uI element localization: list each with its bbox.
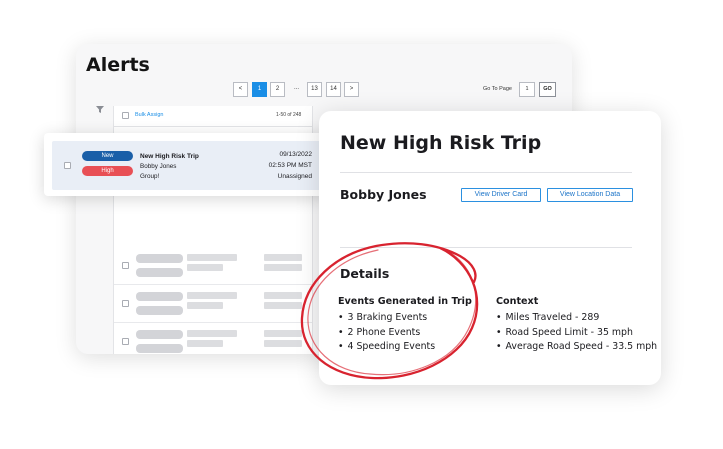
events-heading: Events Generated in Trip <box>338 296 472 307</box>
select-all-checkbox[interactable] <box>122 112 129 119</box>
events-list: 3 Braking Events 2 Phone Events 4 Speedi… <box>338 311 436 355</box>
view-driver-card-button[interactable]: View Driver Card <box>461 188 541 202</box>
context-list: Miles Traveled - 289 Road Speed Limit - … <box>496 311 658 355</box>
skeleton-bar <box>136 344 183 353</box>
goto-page-input[interactable]: 1 <box>519 82 535 97</box>
skeleton-bar <box>264 330 302 337</box>
row-checkbox[interactable] <box>122 300 129 307</box>
skeleton-bar <box>264 264 302 271</box>
page-button-14[interactable]: 14 <box>326 82 341 97</box>
result-count: 1-50 of 248 <box>276 112 302 118</box>
view-location-data-button[interactable]: View Location Data <box>547 188 633 202</box>
alert-time: 02:53 PM MST <box>268 162 312 169</box>
alert-group: Group! <box>140 173 160 180</box>
goto-page-button[interactable]: GO <box>539 82 556 97</box>
details-heading: Details <box>340 266 390 281</box>
skeleton-bar <box>136 330 183 339</box>
skeleton-bar <box>187 330 237 337</box>
prev-page-button[interactable]: < <box>233 82 248 97</box>
skeleton-bar <box>187 302 223 309</box>
goto-page-label: Go To Page <box>483 86 512 92</box>
filter-icon[interactable] <box>96 106 104 113</box>
bulk-assign-row: Bulk Assign 1-50 of 248 <box>114 106 312 127</box>
highlighted-alert-row[interactable]: New High New High Risk Trip Bobby Jones … <box>44 133 329 196</box>
row-checkbox[interactable] <box>64 162 71 169</box>
list-item: 2 Phone Events <box>338 326 435 341</box>
status-badge: New <box>82 151 133 161</box>
table-row[interactable] <box>114 324 312 354</box>
alert-row[interactable]: New High New High Risk Trip Bobby Jones … <box>52 141 322 190</box>
bulk-assign-link[interactable]: Bulk Assign <box>135 112 163 118</box>
skeleton-bar <box>264 254 302 261</box>
chevron-left-icon: < <box>238 86 243 92</box>
divider <box>340 247 632 248</box>
alert-date: 09/13/2022 <box>279 151 312 158</box>
table-row[interactable] <box>114 248 312 285</box>
table-row[interactable] <box>114 286 312 323</box>
list-item: 4 Speeding Events <box>338 340 436 355</box>
skeleton-bar <box>264 340 302 347</box>
row-checkbox[interactable] <box>122 262 129 269</box>
page-button-13[interactable]: 13 <box>307 82 322 97</box>
skeleton-bar <box>187 292 237 299</box>
list-item: 3 Braking Events <box>338 311 435 326</box>
list-item: Miles Traveled - 289 <box>496 311 657 326</box>
skeleton-bar <box>187 264 223 271</box>
skeleton-bar <box>187 340 223 347</box>
page-ellipsis: ... <box>293 85 299 91</box>
trip-title: New High Risk Trip <box>340 132 542 154</box>
alerts-title: Alerts <box>86 54 150 76</box>
alert-assignment[interactable]: Unassigned <box>278 173 312 180</box>
trip-detail-card: New High Risk Trip Bobby Jones View Driv… <box>319 111 661 385</box>
priority-badge: High <box>82 166 133 176</box>
list-item: Road Speed Limit - 35 mph <box>496 326 657 341</box>
alert-driver: Bobby Jones <box>140 163 177 170</box>
alert-title[interactable]: New High Risk Trip <box>140 153 199 160</box>
skeleton-bar <box>136 254 183 263</box>
divider <box>340 172 632 173</box>
list-item: Average Road Speed - 33.5 mph <box>496 340 658 355</box>
driver-name: Bobby Jones <box>340 187 427 202</box>
page-button-1[interactable]: 1 <box>252 82 267 97</box>
chevron-right-icon: > <box>349 86 354 92</box>
skeleton-bar <box>264 292 302 299</box>
skeleton-bar <box>187 254 237 261</box>
next-page-button[interactable]: > <box>344 82 359 97</box>
skeleton-bar <box>136 292 183 301</box>
skeleton-bar <box>136 306 183 315</box>
row-checkbox[interactable] <box>122 338 129 345</box>
context-heading: Context <box>496 296 539 307</box>
page-button-2[interactable]: 2 <box>270 82 285 97</box>
skeleton-bar <box>264 302 302 309</box>
skeleton-bar <box>136 268 183 277</box>
